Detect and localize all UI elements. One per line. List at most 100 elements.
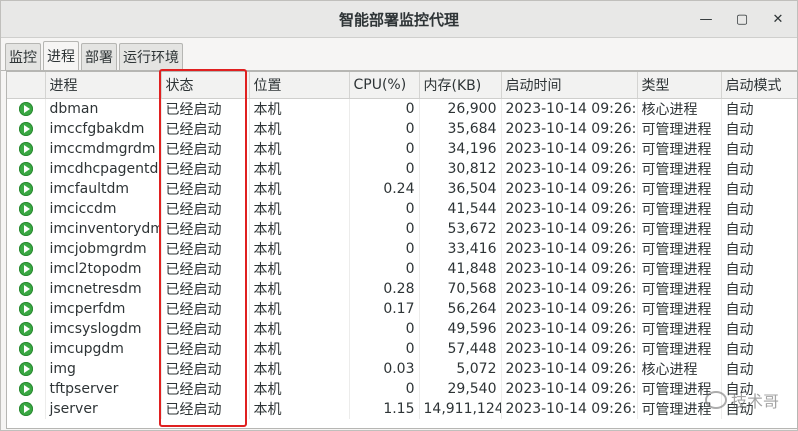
cell-cpu: 0.03	[349, 359, 420, 379]
running-icon	[18, 322, 33, 336]
cell-memory: 70,568	[419, 279, 502, 299]
cell-cpu: 0	[349, 139, 420, 159]
maximize-button[interactable]: ▢	[733, 10, 751, 28]
tab-monitor[interactable]: 监控	[5, 43, 41, 70]
cell-memory: 35,684	[419, 119, 502, 139]
cell-location: 本机	[249, 98, 350, 119]
column-header-cpu[interactable]: CPU(%)	[349, 72, 420, 99]
status-icon-cell	[7, 379, 46, 399]
cell-start-time: 2023-10-14 09:26:...	[501, 379, 638, 399]
close-button[interactable]: ✕	[769, 10, 787, 28]
cell-start-time: 2023-10-14 09:26:...	[501, 98, 638, 119]
running-icon	[18, 102, 33, 116]
cell-cpu: 0	[349, 319, 420, 339]
running-icon	[18, 242, 33, 256]
column-header-start-time[interactable]: 启动时间	[501, 72, 638, 99]
cell-location: 本机	[249, 119, 350, 139]
tab-runtime-env[interactable]: 运行环境	[119, 43, 183, 70]
cell-cpu: 0	[349, 199, 420, 219]
table-row[interactable]: imcsyslogdm 已经启动 本机 0 49,596 2023-10-14 09:26…	[7, 319, 797, 339]
status-icon-cell	[7, 259, 46, 279]
running-icon	[18, 382, 33, 396]
table-row[interactable]: imcjobmgrdm 已经启动 本机 0 33,416 2023-10-14 09:26…	[7, 239, 797, 259]
table-row[interactable]: imcupgdm 已经启动 本机 0 57,448 2023-10-14 09:26:..…	[7, 339, 797, 359]
column-header-process[interactable]: 进程	[45, 72, 162, 99]
cell-status: 已经启动	[161, 119, 250, 139]
cell-process-name: jserver	[45, 399, 162, 419]
cell-start-mode: 自动	[721, 179, 797, 199]
cell-location: 本机	[249, 359, 350, 379]
column-header-memory[interactable]: 内存(KB)	[419, 72, 502, 99]
cell-cpu: 0	[349, 119, 420, 139]
column-header-status[interactable]: 状态	[161, 72, 250, 99]
table-row[interactable]: imccfgbakdm 已经启动 本机 0 35,684 2023-10-14 09:26…	[7, 119, 797, 139]
cell-start-mode: 自动	[721, 199, 797, 219]
cell-type: 可管理进程	[637, 339, 722, 359]
table-row[interactable]: imcinventorydm 已经启动 本机 0 53,672 2023-10-14 09…	[7, 219, 797, 239]
cell-location: 本机	[249, 159, 350, 179]
cell-type: 可管理进程	[637, 299, 722, 319]
running-icon	[18, 302, 33, 316]
status-icon-cell	[7, 239, 46, 259]
column-header-type[interactable]: 类型	[637, 72, 722, 99]
cell-start-time: 2023-10-14 09:26:...	[501, 159, 638, 179]
cell-process-name: imcdhcpagentdm	[45, 159, 162, 179]
cell-process-name: imcfaultdm	[45, 179, 162, 199]
table-row[interactable]: imcnetresdm 已经启动 本机 0.28 70,568 2023-10-14 09…	[7, 279, 797, 299]
cell-process-name: imccfgbakdm	[45, 119, 162, 139]
cell-start-mode: 自动	[721, 119, 797, 139]
cell-process-name: imccmdmgrdm	[45, 139, 162, 159]
running-icon	[18, 362, 33, 376]
cell-process-name: imcsyslogdm	[45, 319, 162, 339]
cell-status: 已经启动	[161, 399, 250, 419]
column-header-icon[interactable]	[7, 72, 46, 99]
cell-start-mode: 自动	[721, 319, 797, 339]
cell-start-time: 2023-10-14 09:26:...	[501, 279, 638, 299]
table-row[interactable]: imciccdm 已经启动 本机 0 41,544 2023-10-14 09:26:..…	[7, 199, 797, 219]
cell-location: 本机	[249, 219, 350, 239]
cell-location: 本机	[249, 339, 350, 359]
cell-cpu: 0	[349, 239, 420, 259]
minimize-button[interactable]: —	[697, 10, 715, 28]
cell-start-mode: 自动	[721, 139, 797, 159]
cell-status: 已经启动	[161, 259, 250, 279]
status-icon-cell	[7, 159, 46, 179]
table-row[interactable]: imcfaultdm 已经启动 本机 0.24 36,504 2023-10-14 09:…	[7, 179, 797, 199]
cell-start-time: 2023-10-14 09:26:...	[501, 259, 638, 279]
running-icon	[18, 262, 33, 276]
table-body: dbman 已经启动 本机 0 26,900 2023-10-14 09:26:... 核心…	[7, 98, 797, 419]
cell-process-name: imcjobmgrdm	[45, 239, 162, 259]
cell-process-name: tftpserver	[45, 379, 162, 399]
table-row[interactable]: imcdhcpagentdm 已经启动 本机 0 30,812 2023-10-14 09…	[7, 159, 797, 179]
running-icon	[18, 202, 33, 216]
table-row[interactable]: imccmdmgrdm 已经启动 本机 0 34,196 2023-10-14 09:26…	[7, 139, 797, 159]
cell-location: 本机	[249, 259, 350, 279]
tab-deploy[interactable]: 部署	[81, 43, 117, 70]
cell-start-mode: 自动	[721, 219, 797, 239]
cell-memory: 5,072	[419, 359, 502, 379]
table-row[interactable]: img 已经启动 本机 0.03 5,072 2023-10-14 09:26:... 核心…	[7, 359, 797, 379]
cell-start-time: 2023-10-14 09:26:...	[501, 319, 638, 339]
table-row[interactable]: imcperfdm 已经启动 本机 0.17 56,264 2023-10-14 09:2…	[7, 299, 797, 319]
table-row[interactable]: dbman 已经启动 本机 0 26,900 2023-10-14 09:26:... 核心…	[7, 98, 797, 119]
column-header-location[interactable]: 位置	[249, 72, 350, 99]
cell-process-name: imcupgdm	[45, 339, 162, 359]
table-header-row: 进程 状态 位置 CPU(%) 内存(KB) 启动时间 类型 启动模式	[7, 72, 797, 99]
table-row[interactable]: tftpserver 已经启动 本机 0 29,540 2023-10-14 09:26:…	[7, 379, 797, 399]
cell-memory: 49,596	[419, 319, 502, 339]
window-title: 智能部署监控代理	[338, 10, 459, 29]
column-header-start-mode[interactable]: 启动模式	[721, 72, 797, 99]
cell-memory: 34,196	[419, 139, 502, 159]
status-icon-cell	[7, 319, 46, 339]
table-row[interactable]: imcl2topodm 已经启动 本机 0 41,848 2023-10-14 09:26…	[7, 259, 797, 279]
wechat-icon	[704, 391, 727, 409]
cell-location: 本机	[249, 199, 350, 219]
cell-start-mode: 自动	[721, 339, 797, 359]
tab-processes[interactable]: 进程	[43, 41, 79, 70]
watermark: 技术哥	[704, 388, 779, 412]
cell-start-time: 2023-10-14 09:26:...	[501, 399, 638, 419]
cell-start-time: 2023-10-14 09:26:...	[501, 359, 638, 379]
cell-cpu: 0	[349, 339, 420, 359]
table-row[interactable]: jserver 已经启动 本机 1.15 14,911,124 2023-10-14 09…	[7, 399, 797, 419]
cell-status: 已经启动	[161, 239, 250, 259]
